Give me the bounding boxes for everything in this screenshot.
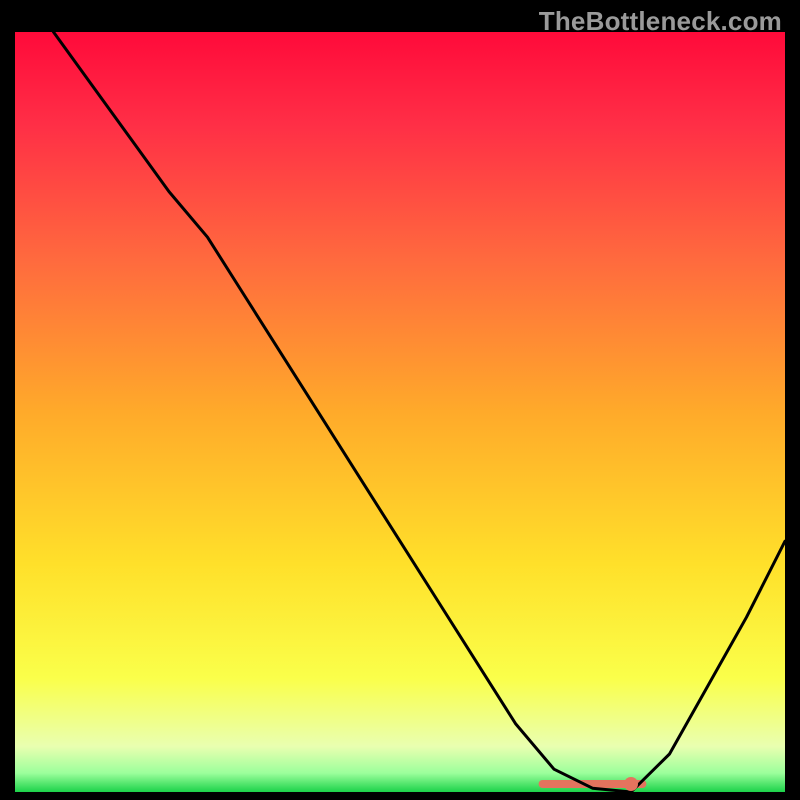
bottleneck-chart <box>15 32 785 792</box>
gradient-background <box>15 32 785 792</box>
chart-frame <box>15 32 785 792</box>
